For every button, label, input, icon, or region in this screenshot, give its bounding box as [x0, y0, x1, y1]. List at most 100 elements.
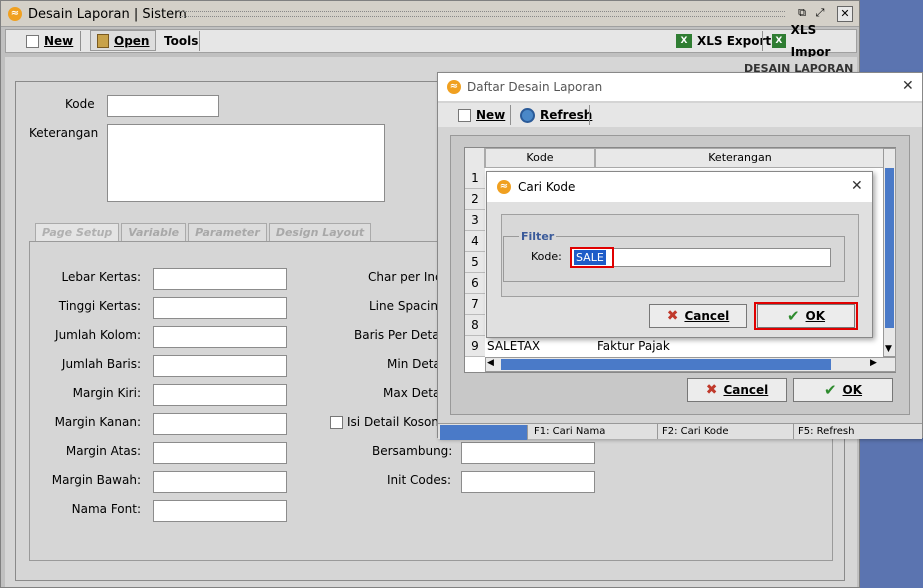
xls-import-button[interactable]: X XLS Impor — [766, 23, 856, 59]
refresh-label: Refresh — [540, 108, 593, 122]
status-f1: F1: Cari Nama — [530, 424, 658, 439]
jumlah-kolom-input[interactable] — [153, 326, 287, 348]
ok-check-icon: ✔ — [823, 381, 837, 399]
margin-kiri-input[interactable] — [153, 384, 287, 406]
char-per-inch-label: Char per Inc — [368, 270, 442, 284]
margin-kiri-label: Margin Kiri: — [72, 386, 141, 400]
daftar-ok-button[interactable]: ✔ OK — [793, 378, 893, 402]
grid-cell-keterangan[interactable]: Faktur Pajak — [595, 336, 885, 357]
toolbar-separator — [199, 31, 200, 51]
jumlah-kolom-label: Jumlah Kolom: — [55, 328, 141, 342]
tab-variable[interactable]: Variable — [121, 223, 187, 241]
open-folder-icon — [97, 33, 109, 48]
daftar-new-label: New — [476, 108, 506, 122]
app-logo-icon: ≈ — [8, 7, 22, 21]
kode-input[interactable] — [107, 95, 219, 117]
tab-page-setup[interactable]: Page Setup — [35, 223, 120, 241]
margin-kanan-input[interactable] — [153, 413, 287, 435]
scroll-right-arrow-icon[interactable]: ▶ — [870, 358, 877, 368]
close-icon[interactable]: ✕ — [851, 178, 863, 194]
status-f2: F2: Cari Kode — [658, 424, 794, 439]
main-title-bar: ≈ Desain Laporan | Sistem ⧉ ⤢ ✕ — [1, 1, 859, 27]
main-window-title: Desain Laporan | Sistem — [28, 7, 187, 22]
grid-row-number: 1 — [465, 168, 485, 189]
init-codes-label: Init Codes: — [387, 473, 452, 487]
lebar-kertas-label: Lebar Kertas: — [61, 270, 141, 284]
new-button[interactable]: New — [20, 30, 79, 52]
jumlah-baris-input[interactable] — [153, 355, 287, 377]
tab-design-layout[interactable]: Design Layout — [268, 223, 372, 241]
keterangan-label: Keterangan — [29, 126, 99, 140]
tab-strip: Page Setup Variable Parameter Design Lay… — [35, 223, 372, 241]
keterangan-textarea[interactable] — [107, 124, 385, 202]
baris-per-detail-label: Baris Per Deta — [354, 328, 440, 342]
margin-atas-input[interactable] — [153, 442, 287, 464]
margin-kanan-label: Margin Kanan: — [54, 415, 141, 429]
app-logo-icon: ≈ — [497, 180, 511, 194]
daftar-title-bar: ≈ Daftar Desain Laporan ✕ — [438, 73, 922, 101]
tab-parameter[interactable]: Parameter — [188, 223, 267, 241]
status-progress — [440, 425, 528, 440]
bersambung-label: Bersambung: — [372, 444, 453, 458]
daftar-title: Daftar Desain Laporan — [467, 80, 603, 94]
daftar-cancel-button[interactable]: ✖ Cancel — [687, 378, 787, 402]
daftar-status-bar: F1: Cari Nama F2: Cari Kode F5: Refresh — [438, 423, 922, 440]
cari-ok-button[interactable]: ✔ OK — [757, 304, 855, 328]
cari-cancel-button[interactable]: ✖ Cancel — [649, 304, 747, 328]
cari-cancel-label: Cancel — [684, 309, 730, 323]
open-button[interactable]: Open — [90, 30, 157, 51]
new-doc-icon — [26, 34, 39, 48]
open-button-label: Open — [114, 33, 150, 48]
nama-font-input[interactable] — [153, 500, 287, 522]
cancel-x-icon: ✖ — [666, 308, 679, 324]
isi-detail-kosong-checkbox[interactable] — [330, 416, 343, 429]
kode-label: Kode — [65, 97, 95, 111]
grid-vertical-scroll-thumb[interactable] — [885, 168, 894, 328]
grid-header-kode[interactable]: Kode — [485, 148, 595, 168]
lebar-kertas-input[interactable] — [153, 268, 287, 290]
app-logo-icon: ≈ — [447, 80, 461, 94]
toolbar-separator — [80, 31, 81, 51]
excel-icon: X — [676, 34, 692, 48]
grid-row-number: 5 — [465, 252, 485, 273]
toolbar-separator — [510, 105, 511, 125]
grid-row-number: 8 — [465, 315, 485, 336]
scroll-left-arrow-icon[interactable]: ◀ — [487, 358, 494, 368]
grid-header-keterangan[interactable]: Keterangan — [595, 148, 885, 168]
new-button-label: New — [44, 34, 74, 48]
margin-bawah-label: Margin Bawah: — [51, 473, 141, 487]
daftar-new-button[interactable]: New — [452, 104, 511, 126]
cari-kode-value[interactable]: SALE — [574, 250, 606, 265]
scroll-down-arrow-icon[interactable]: ▼ — [885, 344, 892, 354]
nama-font-label: Nama Font: — [71, 502, 141, 516]
bersambung-input[interactable] — [461, 442, 595, 464]
ok-check-icon: ✔ — [786, 307, 800, 325]
cari-title: Cari Kode — [518, 180, 576, 194]
cancel-x-icon: ✖ — [705, 382, 718, 398]
line-spacing-label: Line Spacin — [369, 299, 438, 313]
tinggi-kertas-input[interactable] — [153, 297, 287, 319]
xls-export-label: XLS Export — [697, 34, 772, 48]
grid-row-number: 4 — [465, 231, 485, 252]
close-icon[interactable]: ✕ — [902, 78, 914, 94]
margin-atas-label: Margin Atas: — [65, 444, 141, 458]
init-codes-input[interactable] — [461, 471, 595, 493]
grid-cell-kode[interactable]: SALETAX — [485, 336, 595, 357]
tools-button[interactable]: Tools — [158, 30, 204, 52]
cari-kode-label: Kode: — [531, 250, 562, 263]
grid-horizontal-scroll-thumb[interactable] — [501, 359, 831, 370]
jumlah-baris-label: Jumlah Baris: — [61, 357, 141, 371]
margin-bawah-input[interactable] — [153, 471, 287, 493]
toolbar-separator — [762, 31, 763, 51]
grid-row-number: 6 — [465, 273, 485, 294]
excel-icon: X — [772, 34, 786, 48]
grid-row-number: 2 — [465, 189, 485, 210]
max-detail-label: Max Deta — [383, 386, 441, 400]
daftar-ok-label: OK — [842, 383, 863, 397]
toolbar-separator — [589, 105, 590, 125]
isi-detail-kosong-label: Isi Detail Koson — [347, 415, 439, 429]
refresh-button[interactable]: Refresh — [514, 104, 598, 126]
grid-row-number: 9 — [465, 336, 485, 357]
filter-group-label: Filter — [519, 230, 557, 243]
cari-ok-label: OK — [805, 309, 826, 323]
